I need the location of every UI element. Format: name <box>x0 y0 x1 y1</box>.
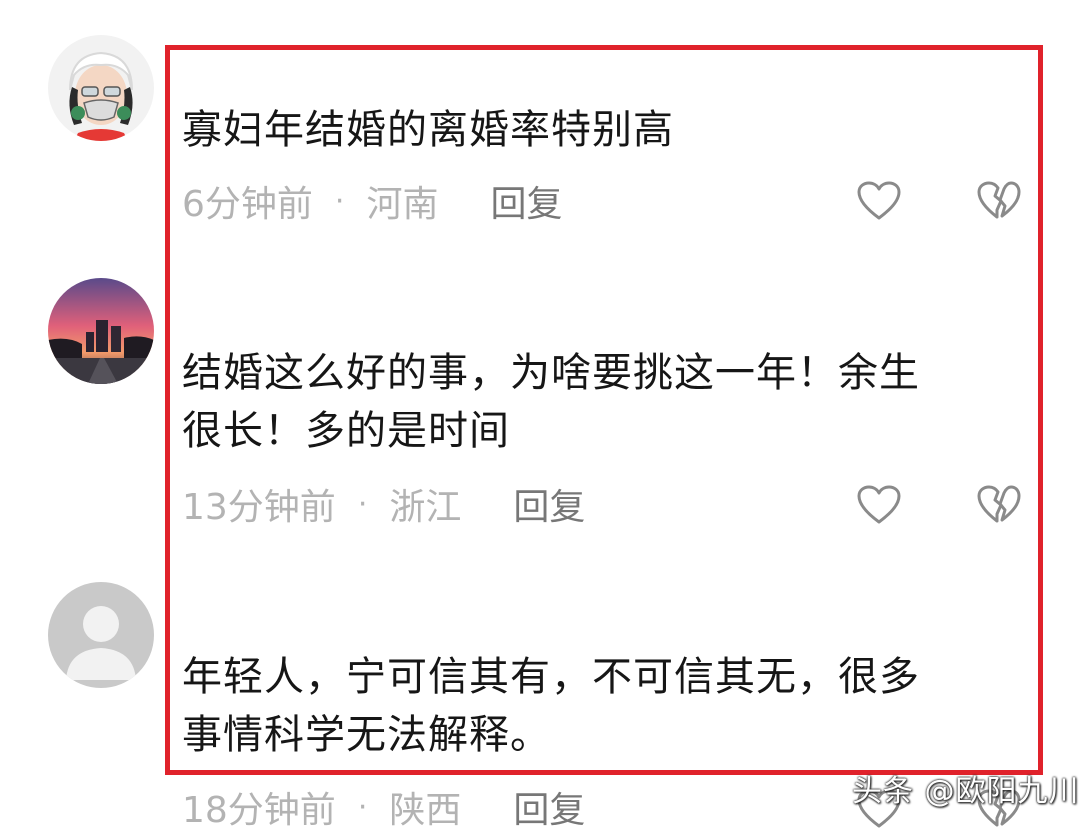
comment-text: 寡妇年结婚的离婚率特别高 <box>182 107 674 153</box>
comment-text-line: 事情科学无法解释。 <box>182 712 551 758</box>
comment-meta: 18分钟前 · 陕西 回复 <box>182 782 585 832</box>
comment-meta: 13分钟前 · 浙江 回复 <box>182 479 585 529</box>
comment-location: 浙江 <box>389 487 462 528</box>
comment-location: 河南 <box>366 184 439 225</box>
broken-heart-icon[interactable] <box>974 176 1024 226</box>
comment-meta: 6分钟前 · 河南 回复 <box>182 176 562 226</box>
watermark: 头条 @欧阳九川 <box>852 774 1080 809</box>
reply-button[interactable]: 回复 <box>490 175 562 227</box>
comment-time: 13分钟前 <box>182 487 336 528</box>
heart-outline-icon[interactable] <box>854 480 904 530</box>
comment-time: 18分钟前 <box>182 790 336 831</box>
heart-outline-icon[interactable] <box>854 176 904 226</box>
comment-text: 结婚这么好的事，为啥要挑这一年！余生 很长！多的是时间 <box>182 344 1002 460</box>
reply-button[interactable]: 回复 <box>513 478 585 530</box>
comment-text-line: 结婚这么好的事，为啥要挑这一年！余生 <box>182 350 920 396</box>
user-avatar[interactable] <box>48 582 154 688</box>
comment-text: 年轻人，宁可信其有，不可信其无，很多 事情科学无法解释。 <box>182 648 1002 764</box>
comment-text-line: 年轻人，宁可信其有，不可信其无，很多 <box>182 654 920 700</box>
meta-separator: · <box>357 789 368 825</box>
comment-location: 陕西 <box>389 790 462 831</box>
comment-time: 6分钟前 <box>182 184 313 225</box>
meta-separator: · <box>334 183 345 219</box>
broken-heart-icon[interactable] <box>974 480 1024 530</box>
user-avatar[interactable] <box>48 35 154 141</box>
meta-separator: · <box>357 486 368 522</box>
reply-button[interactable]: 回复 <box>513 781 585 833</box>
user-avatar[interactable] <box>48 278 154 384</box>
comment-text-line: 很长！多的是时间 <box>182 408 510 454</box>
